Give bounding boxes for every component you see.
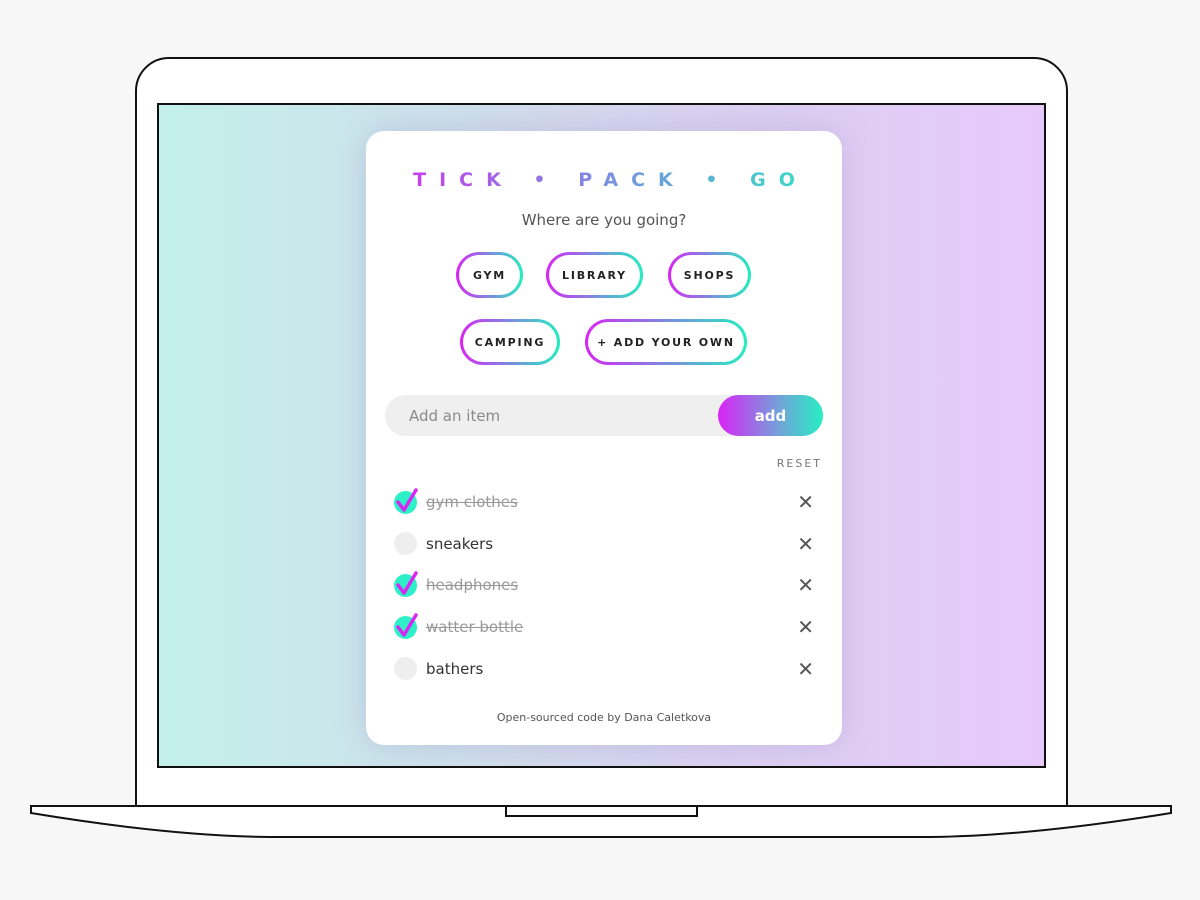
- list-item: gym clothes ✕: [394, 487, 814, 517]
- list-item: sneakers ✕: [394, 529, 814, 559]
- close-icon[interactable]: ✕: [797, 532, 814, 556]
- item-label: headphones: [426, 576, 519, 595]
- close-icon[interactable]: ✕: [797, 573, 814, 597]
- laptop-screen: TICK • PACK • GO Where are you going? GY…: [157, 103, 1046, 768]
- list-item: headphones ✕: [394, 570, 814, 600]
- app-card: TICK • PACK • GO Where are you going? GY…: [366, 131, 842, 745]
- subtitle: Where are you going?: [521, 211, 687, 229]
- checkbox[interactable]: [394, 487, 418, 514]
- laptop-base: [30, 805, 1172, 838]
- checkbox[interactable]: [394, 571, 418, 597]
- checkmark-icon: [396, 487, 418, 512]
- item-label: watter bottle: [426, 618, 524, 637]
- item-label: bathers: [426, 659, 484, 678]
- close-icon[interactable]: ✕: [797, 490, 814, 514]
- app-title: TICK • PACK • GO: [366, 169, 842, 191]
- checkbox[interactable]: [394, 612, 418, 639]
- close-icon[interactable]: ✕: [797, 615, 814, 639]
- checkmark-icon: [396, 612, 418, 637]
- list-item: bathers ✕: [394, 654, 814, 684]
- destination-gym[interactable]: GYM: [456, 252, 523, 298]
- add-button[interactable]: add: [718, 395, 823, 436]
- item-label: gym clothes: [426, 493, 518, 511]
- add-your-own-button[interactable]: + ADD YOUR OWN: [585, 319, 747, 365]
- close-icon[interactable]: ✕: [797, 657, 814, 681]
- reset-button[interactable]: RESET: [777, 457, 822, 470]
- destination-shops[interactable]: SHOPS: [668, 252, 751, 298]
- item-label: sneakers: [426, 534, 494, 553]
- destination-library[interactable]: LIBRARY: [546, 252, 643, 298]
- list-item: watter bottle ✕: [394, 612, 814, 642]
- checkbox[interactable]: [394, 657, 417, 681]
- checkbox[interactable]: [394, 532, 417, 556]
- checkmark-icon: [396, 571, 418, 595]
- destination-camping[interactable]: CAMPING: [460, 319, 560, 365]
- footer-credit: Open-sourced code by Dana Caletkova: [496, 711, 712, 724]
